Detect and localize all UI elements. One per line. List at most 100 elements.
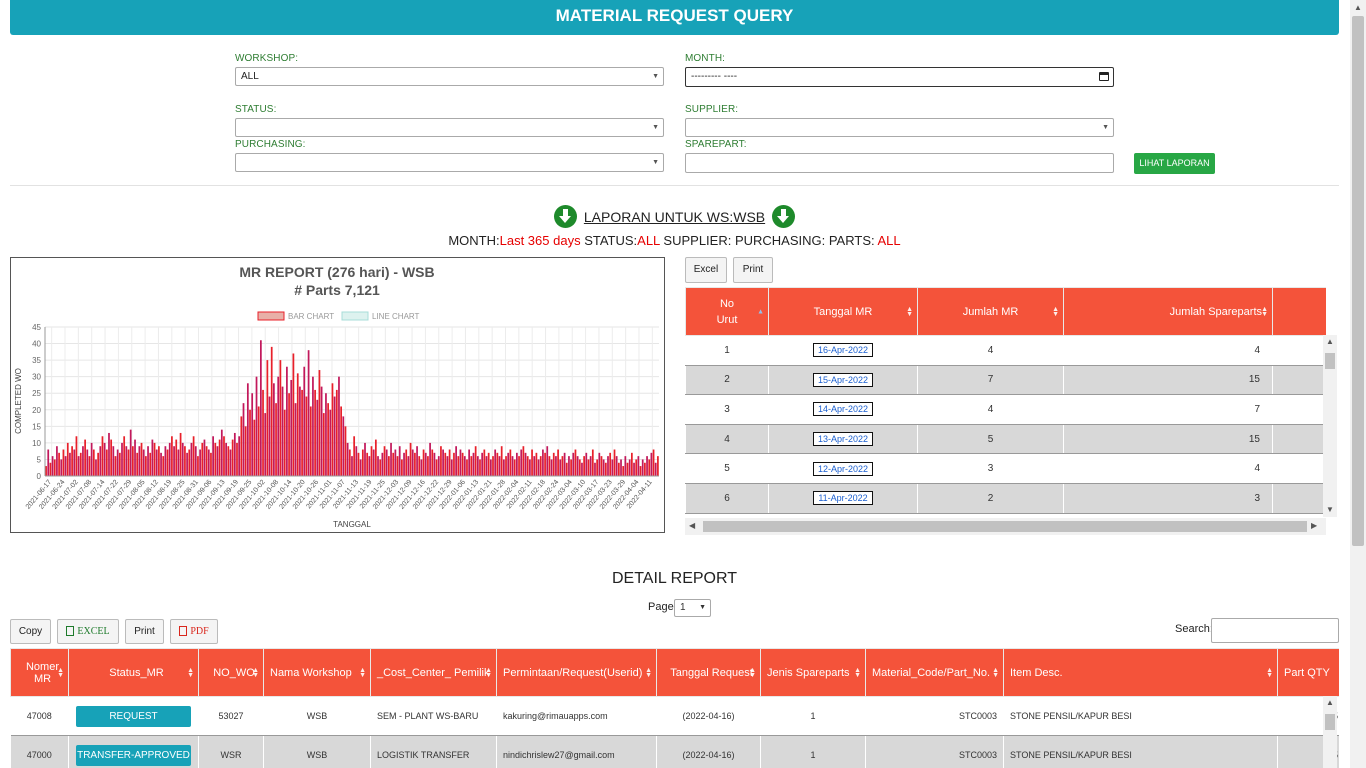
summary-cell-date[interactable]: 16-Apr-2022 (768, 335, 918, 366)
chart-bar (335, 389, 338, 476)
date-link[interactable]: 15-Apr-2022 (812, 372, 874, 387)
chart-bar (303, 366, 306, 476)
col-header-jenis-spareparts[interactable]: Jenis Spareparts ▲ ▼ (760, 648, 866, 697)
summary-cell-date[interactable]: 14-Apr-2022 (768, 394, 918, 425)
page-select[interactable]: 1 ▼ (674, 599, 711, 617)
cell-workshop: WSB (263, 735, 371, 768)
col-header-status-mr[interactable]: Status_MR ▲ ▼ (68, 648, 199, 697)
chart-bar (507, 452, 510, 476)
scroll-right-icon[interactable]: ▶ (1311, 521, 1317, 530)
cell-status[interactable]: TRANSFER-APPROVED (68, 735, 199, 768)
sort-icon: ▲ ▼ (1052, 305, 1059, 318)
summary-excel-button[interactable]: Excel (685, 257, 727, 283)
search-input[interactable] (1211, 618, 1339, 643)
detail-vertical-scrollbar[interactable]: ▲ (1323, 696, 1337, 768)
chart-bar (630, 452, 633, 476)
sort-icon: ▲ ▼ (187, 666, 194, 679)
col-header-no-urut[interactable]: No Urut ▲ (685, 287, 769, 336)
scroll-up-icon[interactable]: ▲ (1326, 337, 1334, 346)
page-scrollbar[interactable]: ▲ (1350, 0, 1366, 768)
chart-bar (320, 386, 323, 476)
chart-bar (357, 452, 360, 476)
purchasing-select[interactable]: ▼ (235, 153, 664, 172)
summary-cell-date[interactable]: 11-Apr-2022 (768, 482, 918, 514)
summary-print-button[interactable]: Print (733, 257, 773, 283)
scroll-thumb[interactable] (1325, 353, 1335, 369)
sparepart-input[interactable] (685, 153, 1114, 173)
col-header-item-desc[interactable]: Item Desc. ▲ ▼ (1003, 648, 1278, 697)
col-header-jumlah-spareparts[interactable]: Jumlah Spareparts ▲ ▼ (1063, 287, 1273, 336)
col-header-tanggal-request[interactable]: Tanggal Request ▲ ▼ (656, 648, 761, 697)
chart-bar (249, 409, 251, 476)
detail-print-button[interactable]: Print (125, 619, 164, 644)
col-header-jumlah-mr[interactable]: Jumlah MR ▲ ▼ (917, 287, 1064, 336)
summary-cell-parts: 15 (1063, 423, 1273, 455)
col-header-tanggal-mr[interactable]: Tanggal MR ▲ ▼ (768, 287, 918, 336)
summary-horizontal-scrollbar[interactable]: ◀ ▶ (685, 518, 1326, 535)
cell-no-wo[interactable]: 53027 (198, 696, 264, 736)
col-header-permintaan[interactable]: Permintaan/Request(Userid) ▲ ▼ (496, 648, 657, 697)
summary-vertical-scrollbar[interactable]: ▲ ▼ (1323, 335, 1337, 517)
chart-bar (160, 452, 162, 476)
date-link[interactable]: 16-Apr-2022 (812, 343, 874, 358)
scroll-up-icon[interactable]: ▲ (1354, 3, 1362, 12)
status-button[interactable]: REQUEST (76, 705, 191, 727)
chart-bar (550, 459, 553, 476)
date-link[interactable]: 12-Apr-2022 (812, 461, 874, 476)
chart-bar (437, 456, 440, 476)
col-header-nama-workshop[interactable]: Nama Workshop ▲ ▼ (263, 648, 371, 697)
chart-bar (442, 449, 444, 476)
chart-bar (522, 446, 525, 476)
calendar-icon[interactable] (1099, 72, 1109, 81)
summary-cell-date[interactable]: 15-Apr-2022 (768, 364, 918, 396)
col-header-cost-center[interactable]: _Cost_Center_ Pemilik ▲ ▼ (370, 648, 497, 697)
summary-cell-date[interactable]: 13-Apr-2022 (768, 423, 918, 455)
detail-pdf-button[interactable]: PDF (170, 619, 218, 644)
lihat-laporan-button[interactable]: LIHAT LAPORAN (1134, 153, 1215, 174)
col-header-extra[interactable]: ▲▼ (1272, 287, 1326, 336)
scroll-thumb[interactable] (1325, 714, 1335, 730)
status-select[interactable]: ▼ (235, 118, 664, 137)
chevron-down-icon: ▼ (1102, 124, 1109, 131)
scroll-left-icon[interactable]: ◀ (689, 521, 695, 530)
scroll-thumb[interactable] (703, 521, 1307, 532)
sort-icon: ▲ ▼ (906, 305, 913, 318)
workshop-select[interactable]: ALL ▼ (235, 67, 664, 86)
scroll-up-icon[interactable]: ▲ (1326, 698, 1334, 707)
chart-title: MR REPORT (276 hari) - WSB (239, 264, 434, 280)
col-header-no-wo[interactable]: NO_WO ▲ ▼ (198, 648, 264, 697)
chart-bar (273, 383, 275, 476)
chart-bar (466, 459, 468, 476)
chart-bar (316, 399, 319, 476)
chart-bar (555, 456, 557, 476)
chart-bar (396, 456, 399, 476)
summary-cell-date[interactable]: 12-Apr-2022 (768, 453, 918, 484)
chart-bar (240, 416, 243, 476)
month-input[interactable]: --------- ---- (685, 67, 1114, 87)
cell-no-wo[interactable]: WSR (198, 735, 264, 768)
col-header-material-code[interactable]: Material_Code/Part_No. ▲ ▼ (865, 648, 1004, 697)
date-link[interactable]: 14-Apr-2022 (812, 402, 874, 417)
date-link[interactable]: 11-Apr-2022 (813, 491, 873, 506)
col-header-label: Item Desc. (1010, 666, 1063, 679)
scroll-down-icon[interactable]: ▼ (1326, 505, 1334, 514)
report-link[interactable]: LAPORAN UNTUK WS:WSB (584, 209, 765, 225)
chart-bar (624, 456, 627, 476)
summary-cell-no: 6 (685, 482, 769, 514)
page-scroll-thumb[interactable] (1352, 16, 1364, 546)
col-header-part-qty[interactable]: Part QTY▲▼ (1277, 648, 1339, 697)
chart-bar (147, 446, 149, 476)
date-link[interactable]: 13-Apr-2022 (812, 432, 874, 447)
cell-item-desc: STONE PENSIL/KAPUR BESI (1003, 735, 1278, 768)
page-select-value: 1 (680, 602, 686, 613)
col-header-label: Material_Code/Part_No. (872, 666, 991, 679)
supplier-select[interactable]: ▼ (685, 118, 1114, 137)
detail-copy-button[interactable]: Copy (10, 619, 51, 644)
col-header-nomer-mr[interactable]: Nomer MR ▲ ▼ (10, 648, 69, 697)
status-button[interactable]: TRANSFER-APPROVED (76, 744, 191, 766)
chart-bar (578, 459, 581, 476)
cell-status[interactable]: REQUEST (68, 696, 199, 736)
detail-excel-button[interactable]: EXCEL (57, 619, 119, 644)
chart-bar (138, 446, 141, 476)
supplier-label: SUPPLIER: (685, 104, 739, 115)
